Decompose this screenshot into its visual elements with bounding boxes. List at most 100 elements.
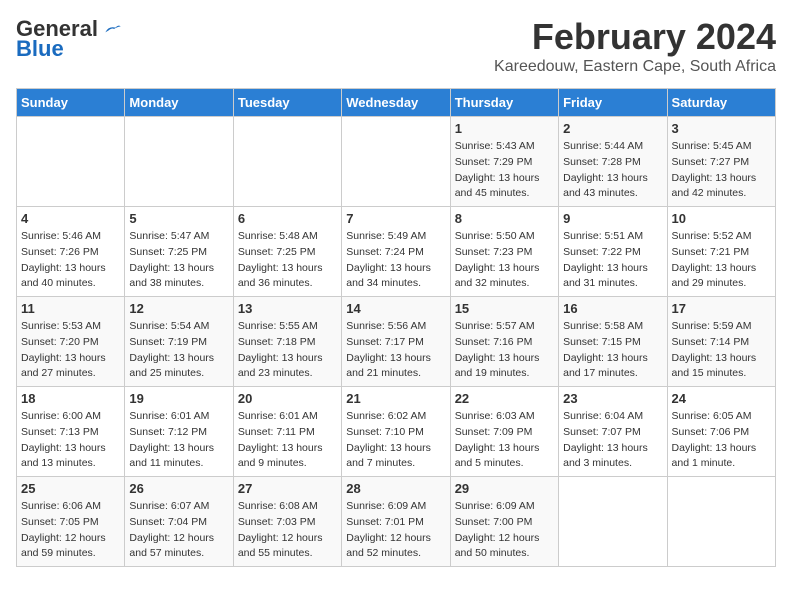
- calendar-cell: 19 Sunrise: 6:01 AM Sunset: 7:12 PM Dayli…: [125, 387, 233, 477]
- logo-bird-icon: [102, 19, 122, 39]
- calendar-cell: 3 Sunrise: 5:45 AM Sunset: 7:27 PM Daylig…: [667, 117, 775, 207]
- day-number: 17: [672, 301, 771, 316]
- calendar-cell: 26 Sunrise: 6:07 AM Sunset: 7:04 PM Dayli…: [125, 477, 233, 567]
- day-info: Sunrise: 5:44 AM Sunset: 7:28 PM Dayligh…: [563, 139, 662, 202]
- day-number: 6: [238, 211, 337, 226]
- day-number: 20: [238, 391, 337, 406]
- day-number: 28: [346, 481, 445, 496]
- calendar-cell: 16Sunrise: 5:58 AM Sunset: 7:15 PM Dayli…: [559, 297, 667, 387]
- day-info: Sunrise: 5:59 AM Sunset: 7:14 PM Dayligh…: [672, 319, 771, 382]
- calendar-cell: 9 Sunrise: 5:51 AM Sunset: 7:22 PM Daylig…: [559, 207, 667, 297]
- calendar-cell: 18Sunrise: 6:00 AM Sunset: 7:13 PM Dayli…: [17, 387, 125, 477]
- calendar-cell: 24Sunrise: 6:05 AM Sunset: 7:06 PM Dayli…: [667, 387, 775, 477]
- calendar-cell: 20 Sunrise: 6:01 AM Sunset: 7:11 PM Dayli…: [233, 387, 341, 477]
- day-number: 10: [672, 211, 771, 226]
- calendar-cell: [559, 477, 667, 567]
- calendar-cell: 17 Sunrise: 5:59 AM Sunset: 7:14 PM Dayli…: [667, 297, 775, 387]
- calendar-cell: 22Sunrise: 6:03 AM Sunset: 7:09 PM Dayli…: [450, 387, 558, 477]
- day-number: 22: [455, 391, 554, 406]
- day-number: 2: [563, 121, 662, 136]
- day-header-thursday: Thursday: [450, 89, 558, 117]
- day-number: 19: [129, 391, 228, 406]
- day-info: Sunrise: 6:09 AM Sunset: 7:00 PM Dayligh…: [455, 499, 554, 562]
- day-info: Sunrise: 6:09 AM Sunset: 7:01 PM Dayligh…: [346, 499, 445, 562]
- calendar-cell: 1 Sunrise: 5:43 AM Sunset: 7:29 PM Daylig…: [450, 117, 558, 207]
- calendar-cell: 27Sunrise: 6:08 AM Sunset: 7:03 PM Dayli…: [233, 477, 341, 567]
- day-number: 14: [346, 301, 445, 316]
- day-number: 24: [672, 391, 771, 406]
- day-header-saturday: Saturday: [667, 89, 775, 117]
- calendar-cell: 23Sunrise: 6:04 AM Sunset: 7:07 PM Dayli…: [559, 387, 667, 477]
- calendar-cell: 21 Sunrise: 6:02 AM Sunset: 7:10 PM Dayli…: [342, 387, 450, 477]
- calendar-week-row: 4 Sunrise: 5:46 AM Sunset: 7:26 PM Daylig…: [17, 207, 776, 297]
- calendar-cell: 6 Sunrise: 5:48 AM Sunset: 7:25 PM Daylig…: [233, 207, 341, 297]
- day-info: Sunrise: 5:50 AM Sunset: 7:23 PM Dayligh…: [455, 229, 554, 292]
- calendar-cell: 28 Sunrise: 6:09 AM Sunset: 7:01 PM Dayli…: [342, 477, 450, 567]
- day-info: Sunrise: 5:55 AM Sunset: 7:18 PM Dayligh…: [238, 319, 337, 382]
- day-number: 7: [346, 211, 445, 226]
- calendar-cell: 14 Sunrise: 5:56 AM Sunset: 7:17 PM Dayli…: [342, 297, 450, 387]
- logo-blue: Blue: [16, 36, 64, 62]
- calendar-week-row: 18Sunrise: 6:00 AM Sunset: 7:13 PM Dayli…: [17, 387, 776, 477]
- logo: General Blue: [16, 16, 122, 62]
- calendar-cell: [342, 117, 450, 207]
- day-number: 26: [129, 481, 228, 496]
- day-info: Sunrise: 5:56 AM Sunset: 7:17 PM Dayligh…: [346, 319, 445, 382]
- day-header-sunday: Sunday: [17, 89, 125, 117]
- location: Kareedouw, Eastern Cape, South Africa: [494, 58, 776, 76]
- day-number: 3: [672, 121, 771, 136]
- day-info: Sunrise: 6:07 AM Sunset: 7:04 PM Dayligh…: [129, 499, 228, 562]
- day-info: Sunrise: 6:08 AM Sunset: 7:03 PM Dayligh…: [238, 499, 337, 562]
- day-info: Sunrise: 5:51 AM Sunset: 7:22 PM Dayligh…: [563, 229, 662, 292]
- calendar-week-row: 25 Sunrise: 6:06 AM Sunset: 7:05 PM Dayli…: [17, 477, 776, 567]
- day-info: Sunrise: 5:47 AM Sunset: 7:25 PM Dayligh…: [129, 229, 228, 292]
- calendar-cell: [17, 117, 125, 207]
- day-info: Sunrise: 6:01 AM Sunset: 7:11 PM Dayligh…: [238, 409, 337, 472]
- day-number: 9: [563, 211, 662, 226]
- day-info: Sunrise: 5:43 AM Sunset: 7:29 PM Dayligh…: [455, 139, 554, 202]
- day-number: 25: [21, 481, 120, 496]
- day-number: 11: [21, 301, 120, 316]
- calendar-cell: 4 Sunrise: 5:46 AM Sunset: 7:26 PM Daylig…: [17, 207, 125, 297]
- calendar-cell: 2 Sunrise: 5:44 AM Sunset: 7:28 PM Daylig…: [559, 117, 667, 207]
- day-number: 4: [21, 211, 120, 226]
- day-info: Sunrise: 5:52 AM Sunset: 7:21 PM Dayligh…: [672, 229, 771, 292]
- day-info: Sunrise: 5:58 AM Sunset: 7:15 PM Dayligh…: [563, 319, 662, 382]
- calendar-table: SundayMondayTuesdayWednesdayThursdayFrid…: [16, 88, 776, 567]
- calendar-cell: 11 Sunrise: 5:53 AM Sunset: 7:20 PM Dayli…: [17, 297, 125, 387]
- day-info: Sunrise: 6:06 AM Sunset: 7:05 PM Dayligh…: [21, 499, 120, 562]
- calendar-cell: 13Sunrise: 5:55 AM Sunset: 7:18 PM Dayli…: [233, 297, 341, 387]
- day-number: 23: [563, 391, 662, 406]
- day-info: Sunrise: 5:57 AM Sunset: 7:16 PM Dayligh…: [455, 319, 554, 382]
- day-info: Sunrise: 5:49 AM Sunset: 7:24 PM Dayligh…: [346, 229, 445, 292]
- day-number: 15: [455, 301, 554, 316]
- calendar-cell: [667, 477, 775, 567]
- day-info: Sunrise: 6:01 AM Sunset: 7:12 PM Dayligh…: [129, 409, 228, 472]
- month-title: February 2024: [494, 16, 776, 58]
- day-number: 8: [455, 211, 554, 226]
- day-header-friday: Friday: [559, 89, 667, 117]
- day-header-wednesday: Wednesday: [342, 89, 450, 117]
- day-info: Sunrise: 5:45 AM Sunset: 7:27 PM Dayligh…: [672, 139, 771, 202]
- calendar-cell: 10 Sunrise: 5:52 AM Sunset: 7:21 PM Dayli…: [667, 207, 775, 297]
- calendar-cell: 12 Sunrise: 5:54 AM Sunset: 7:19 PM Dayli…: [125, 297, 233, 387]
- calendar-week-row: 1 Sunrise: 5:43 AM Sunset: 7:29 PM Daylig…: [17, 117, 776, 207]
- day-info: Sunrise: 5:53 AM Sunset: 7:20 PM Dayligh…: [21, 319, 120, 382]
- calendar-cell: 7 Sunrise: 5:49 AM Sunset: 7:24 PM Daylig…: [342, 207, 450, 297]
- day-number: 21: [346, 391, 445, 406]
- calendar-cell: 8 Sunrise: 5:50 AM Sunset: 7:23 PM Daylig…: [450, 207, 558, 297]
- day-info: Sunrise: 5:54 AM Sunset: 7:19 PM Dayligh…: [129, 319, 228, 382]
- calendar-week-row: 11 Sunrise: 5:53 AM Sunset: 7:20 PM Dayli…: [17, 297, 776, 387]
- day-info: Sunrise: 6:02 AM Sunset: 7:10 PM Dayligh…: [346, 409, 445, 472]
- title-area: February 2024 Kareedouw, Eastern Cape, S…: [494, 16, 776, 76]
- day-number: 29: [455, 481, 554, 496]
- day-header-tuesday: Tuesday: [233, 89, 341, 117]
- day-number: 1: [455, 121, 554, 136]
- calendar-cell: 15 Sunrise: 5:57 AM Sunset: 7:16 PM Dayli…: [450, 297, 558, 387]
- calendar-cell: [233, 117, 341, 207]
- day-info: Sunrise: 5:46 AM Sunset: 7:26 PM Dayligh…: [21, 229, 120, 292]
- day-number: 12: [129, 301, 228, 316]
- day-info: Sunrise: 5:48 AM Sunset: 7:25 PM Dayligh…: [238, 229, 337, 292]
- day-header-monday: Monday: [125, 89, 233, 117]
- day-number: 18: [21, 391, 120, 406]
